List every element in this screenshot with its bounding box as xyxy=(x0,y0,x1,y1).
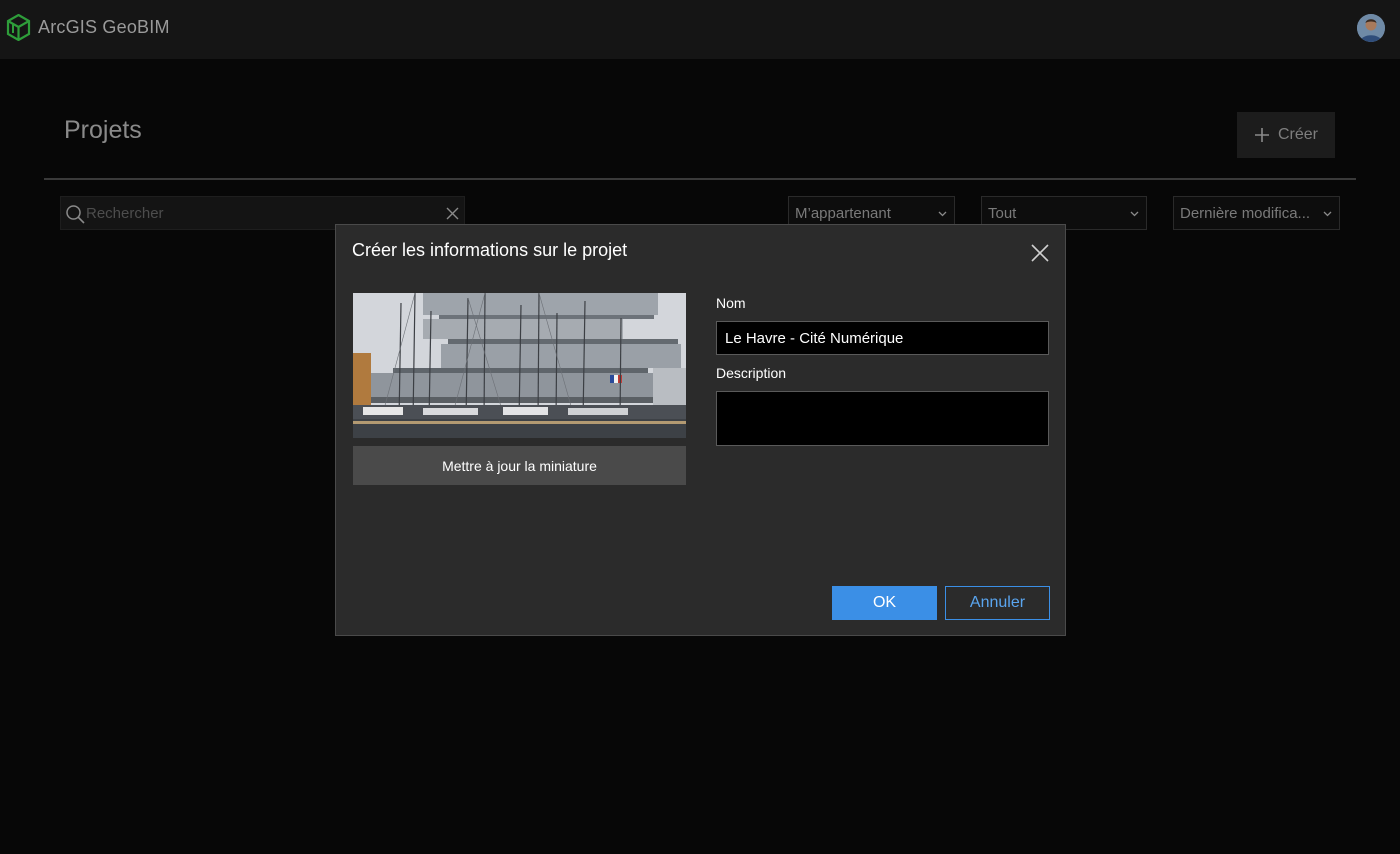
sort-value: Dernière modifica... xyxy=(1180,204,1311,222)
page-title: Projets xyxy=(64,116,142,144)
cancel-button[interactable]: Annuler xyxy=(945,586,1050,620)
create-button-label: Créer xyxy=(1277,126,1318,143)
description-label: Description xyxy=(716,365,787,381)
geobim-cube-icon[interactable] xyxy=(6,14,31,41)
close-icon xyxy=(1031,244,1049,262)
description-input[interactable] xyxy=(716,391,1049,446)
type-filter-value: Tout xyxy=(988,204,1017,222)
ok-button[interactable]: OK xyxy=(832,586,937,620)
app-title[interactable]: ArcGIS GeoBIM xyxy=(38,17,170,38)
name-input[interactable] xyxy=(716,321,1049,355)
create-project-dialog: Créer les informations sur le projet Met… xyxy=(335,224,1066,636)
chevron-down-icon xyxy=(1323,211,1332,217)
chevron-down-icon xyxy=(1130,211,1139,217)
create-project-button[interactable]: Créer xyxy=(1237,112,1335,158)
close-dialog-button[interactable] xyxy=(1030,243,1050,263)
owner-filter-value: M’appartenant xyxy=(795,204,891,222)
update-thumbnail-button[interactable]: Mettre à jour la miniature xyxy=(353,446,686,485)
page-divider xyxy=(44,178,1356,180)
sort-select[interactable]: Dernière modifica... xyxy=(1173,196,1340,230)
user-avatar-icon[interactable] xyxy=(1357,14,1385,42)
project-thumbnail xyxy=(353,293,686,438)
clear-search-icon[interactable] xyxy=(445,206,460,221)
name-label: Nom xyxy=(716,295,746,311)
chevron-down-icon xyxy=(938,211,947,217)
search-icon xyxy=(66,205,85,224)
dialog-title: Créer les informations sur le projet xyxy=(352,240,628,260)
app-header: ArcGIS GeoBIM xyxy=(0,0,1400,59)
plus-icon xyxy=(1254,128,1269,142)
